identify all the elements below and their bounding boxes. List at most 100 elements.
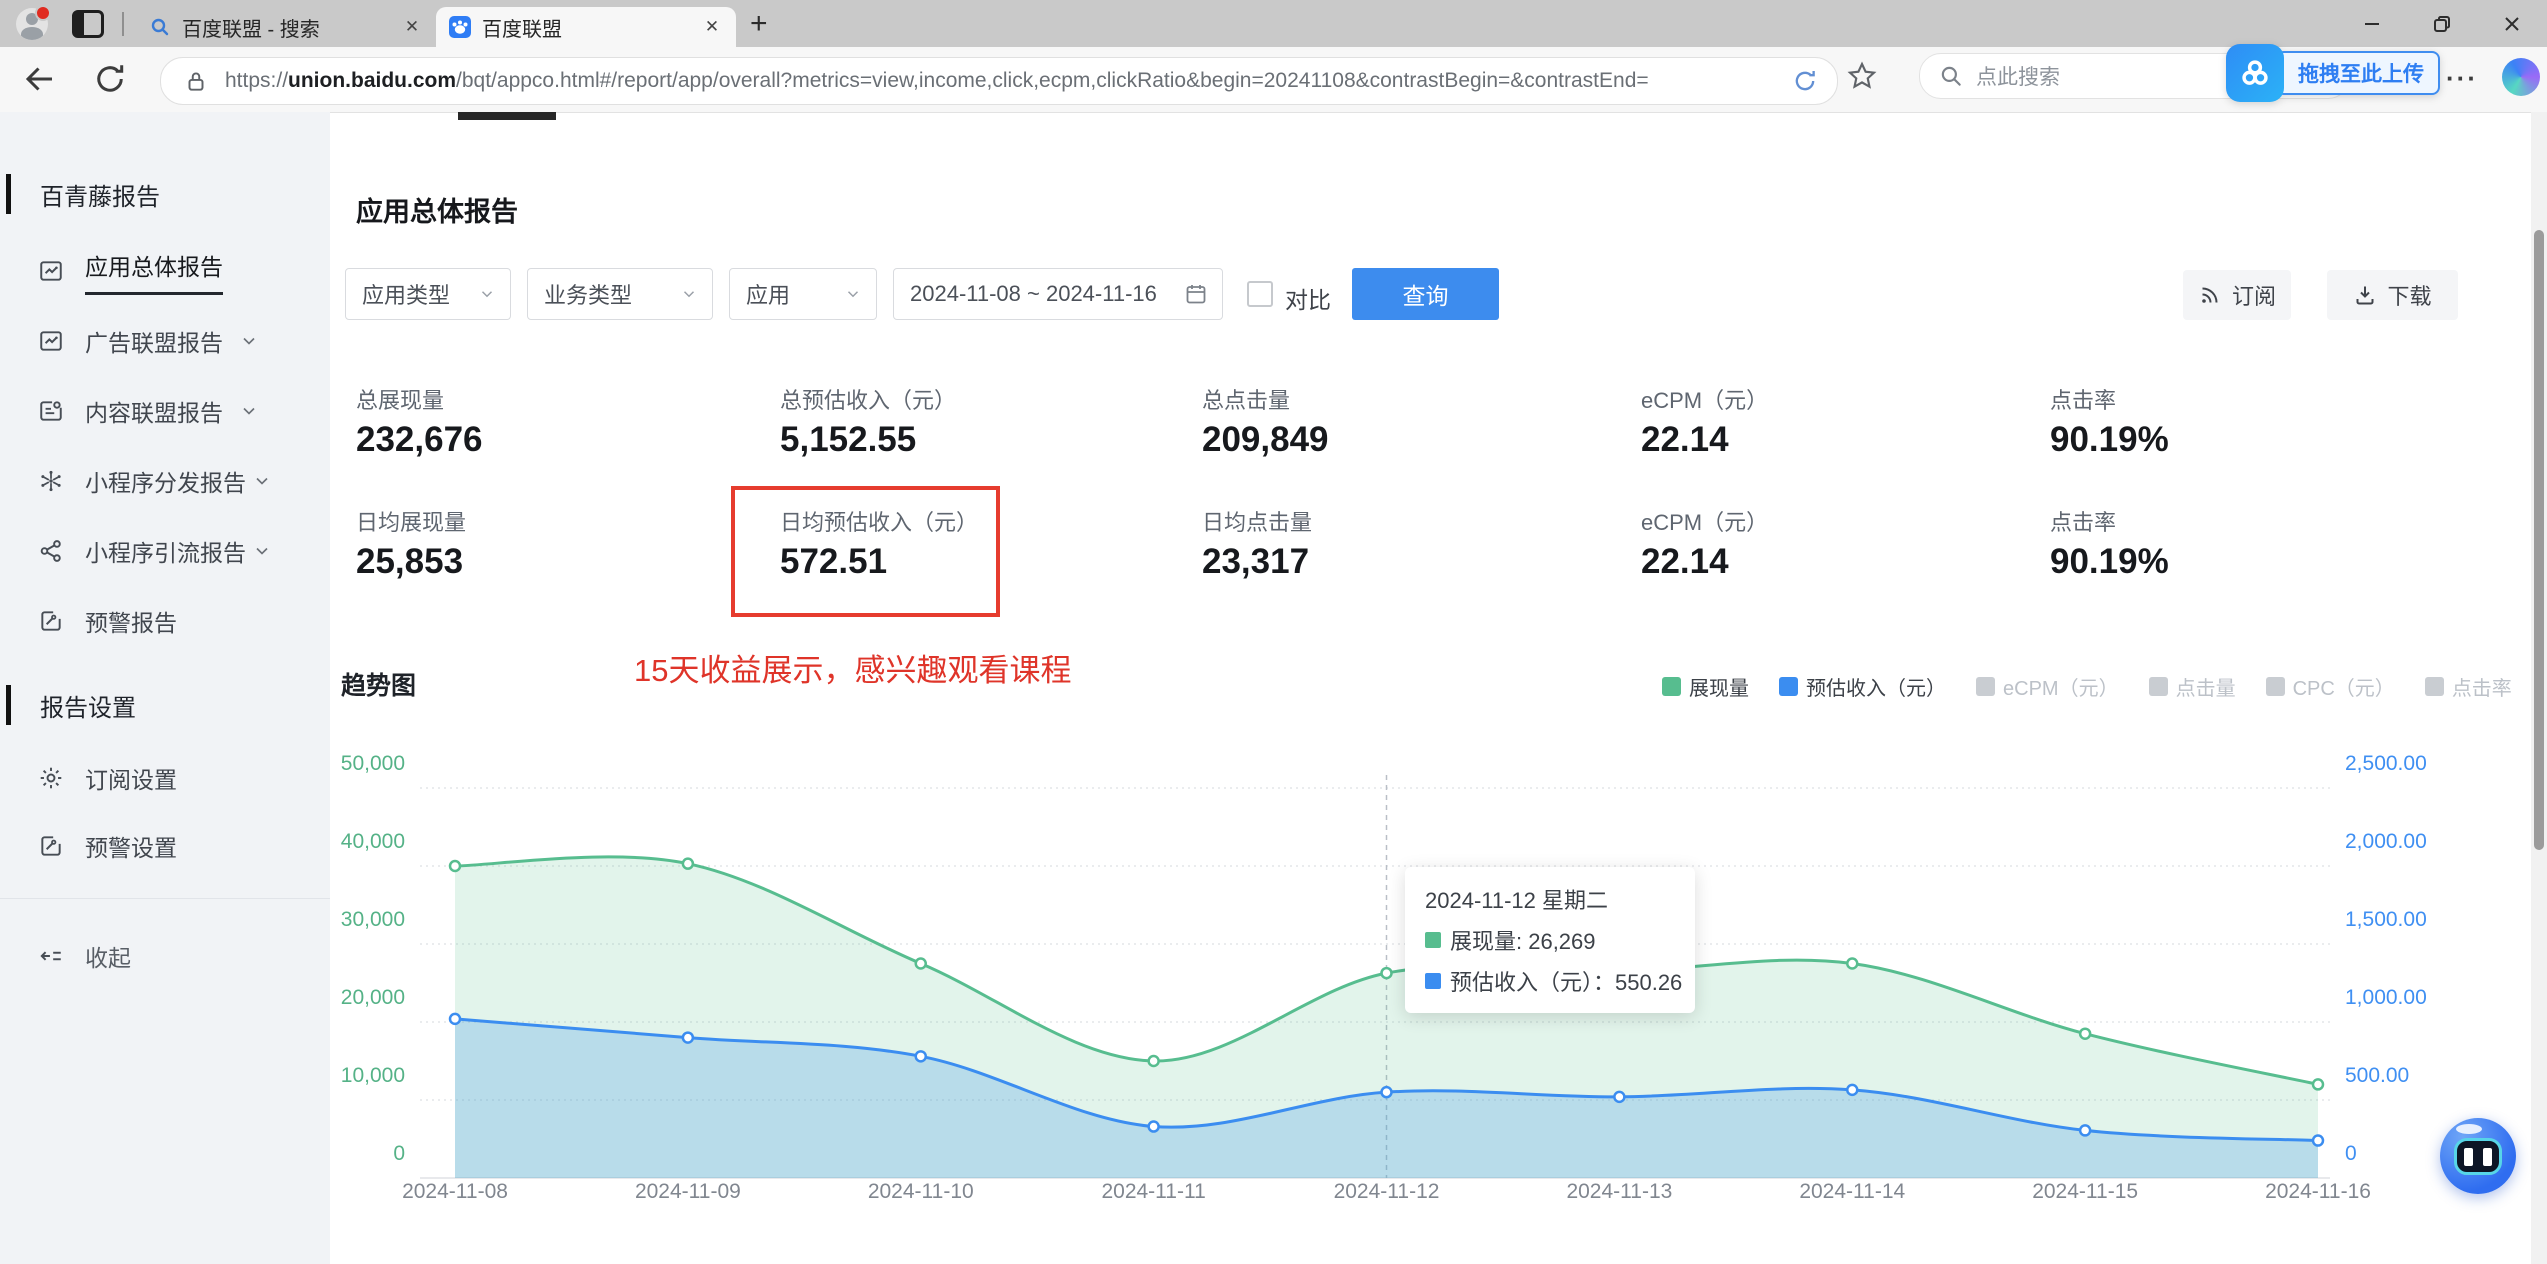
sidebar-item-miniapp-distribution-report[interactable]: 小程序分发报告 (0, 453, 272, 509)
tooltip-swatch-impressions (1425, 932, 1441, 948)
favorites-star-icon[interactable] (1846, 60, 1878, 92)
tab-baidu-union[interactable]: 百度联盟 ✕ (436, 7, 736, 47)
left-axis-tick: 20,000 (340, 986, 405, 1009)
alert-trend-icon (41, 836, 61, 856)
address-bar[interactable]: https://union.baidu.com/bqt/appco.html#/… (160, 57, 1838, 105)
legend-label: 点击量 (2175, 678, 2236, 700)
trend-chart[interactable] (340, 745, 2350, 1220)
copilot-icon[interactable] (2502, 58, 2540, 96)
page-refresh-icon[interactable] (1791, 67, 1819, 95)
chevron-down-icon (243, 337, 255, 345)
left-axis-tick: 30,000 (340, 908, 405, 931)
chart-title: 趋势图 (341, 672, 417, 700)
stat-label: 点击率 (2050, 388, 2117, 413)
baidu-paw-favicon-icon (449, 16, 471, 38)
legend-label: 展现量 (1689, 678, 1749, 700)
window-minimize-button[interactable] (2337, 0, 2407, 47)
lock-icon[interactable] (183, 68, 209, 94)
stat-label: 总展现量 (356, 388, 445, 413)
sidebar-item-content-union-report[interactable]: 内容联盟报告 (0, 383, 259, 439)
legend-swatch (1662, 677, 1681, 696)
legend-label: CPC（元） (2292, 678, 2395, 700)
highlight-red-box (731, 486, 1000, 617)
section-accent-bar (6, 174, 11, 214)
sidebar-collapse-button[interactable]: 收起 (0, 928, 131, 984)
sidebar-divider (0, 898, 330, 899)
download-button[interactable]: 下载 (2327, 270, 2458, 320)
x-axis-label: 2024-11-09 (634, 1180, 741, 1203)
new-tab-button[interactable]: + (750, 7, 768, 41)
left-axis-tick: 40,000 (340, 830, 405, 853)
back-icon[interactable] (22, 61, 58, 97)
app-select[interactable]: 应用 (729, 268, 877, 320)
window-close-button[interactable] (2477, 0, 2547, 47)
sidebar-item-alert-settings[interactable]: 预警设置 (0, 818, 177, 874)
sidebar-item-miniapp-traffic-report[interactable]: 小程序引流报告 (0, 523, 272, 579)
distribution-network-icon (41, 470, 61, 492)
chevron-down-icon (243, 407, 255, 415)
legend-item[interactable]: eCPM（元） (1976, 672, 2119, 701)
refresh-icon[interactable] (92, 61, 128, 97)
chevron-down-icon (683, 291, 695, 298)
tab-search[interactable]: 百度联盟 - 搜索 ✕ (136, 7, 436, 47)
tab-close-icon[interactable]: ✕ (400, 17, 424, 37)
sidebar-item-app-overall-report[interactable]: 应用总体报告 (0, 243, 223, 299)
url-text[interactable]: https://union.baidu.com/bqt/appco.html#/… (225, 69, 1791, 93)
profile-avatar[interactable] (16, 4, 51, 40)
netdisk-logo-icon (2226, 44, 2284, 102)
legend-item[interactable]: 点击量 (2148, 672, 2236, 701)
x-axis-label: 2024-11-12 (1333, 1180, 1440, 1203)
biz-type-select[interactable]: 业务类型 (527, 268, 713, 320)
right-axis-tick: 1,000.00 (2345, 986, 2427, 1009)
notification-dot (35, 4, 51, 21)
stat-value: 25,853 (356, 542, 464, 581)
floating-assistant-button[interactable] (2440, 1118, 2516, 1194)
stat-value: 5,152.55 (780, 420, 917, 459)
netdisk-upload-badge[interactable]: 拖拽至此上传 (2226, 44, 2440, 102)
stat-value: 90.19% (2050, 542, 2169, 581)
x-axis-label: 2024-11-10 (867, 1180, 974, 1203)
chevron-down-icon (256, 547, 268, 555)
x-axis-label: 2024-11-15 (2032, 1180, 2139, 1203)
legend-label: 点击率 (2451, 678, 2512, 700)
tooltip-swatch-income (1425, 973, 1441, 989)
app-type-select[interactable]: 应用类型 (345, 268, 511, 320)
browser-tab-bar: 百度联盟 - 搜索 ✕ 百度联盟 ✕ + (0, 0, 2547, 47)
section-accent-bar (6, 685, 11, 725)
legend-swatch (1976, 677, 1995, 696)
legend-item[interactable]: 展现量 (1662, 672, 1749, 701)
sidebar-item-subscription-settings[interactable]: 订阅设置 (0, 750, 177, 806)
chevron-down-icon (847, 291, 859, 298)
legend-item[interactable]: CPC（元） (2265, 672, 2395, 701)
stat-label: eCPM（元） (1641, 388, 1769, 413)
compare-checkbox[interactable] (1247, 281, 1273, 307)
stat-value: 209,849 (1202, 420, 1329, 459)
window-restore-button[interactable] (2407, 0, 2477, 47)
chart-tooltip: 2024-11-12 星期二 展现量: 26,269 预估收入（元）：550.2… (1405, 867, 1695, 1013)
stat-value: 22.14 (1641, 420, 1729, 459)
date-range-picker[interactable]: 2024-11-08 ~ 2024-11-16 (893, 268, 1223, 320)
browser-menu-icon[interactable]: ··· (2446, 63, 2478, 94)
legend-item[interactable]: 点击率 (2424, 672, 2512, 701)
page-title: 应用总体报告 (356, 197, 518, 227)
stat-label: eCPM（元） (1641, 510, 1769, 535)
subscribe-button[interactable]: 订阅 (2183, 270, 2291, 320)
report-chart-icon (40, 261, 62, 281)
stat-label: 日均展现量 (356, 510, 467, 535)
download-icon (2356, 286, 2374, 305)
legend-item[interactable]: 预估收入（元） (1779, 672, 1946, 701)
content-report-icon (40, 401, 62, 421)
query-button[interactable]: 查询 (1352, 268, 1499, 320)
scrollbar-thumb[interactable] (2534, 230, 2544, 850)
netdisk-badge-label: 拖拽至此上传 (2298, 63, 2424, 86)
left-axis-tick: 10,000 (340, 1064, 405, 1087)
sidebar-section-settings: 报告设置 (6, 685, 136, 725)
tab-close-icon[interactable]: ✕ (700, 17, 724, 37)
tab-workspaces-icon[interactable] (72, 9, 104, 38)
compare-label: 对比 (1285, 287, 1331, 313)
sidebar-item-alert-report[interactable]: 预警报告 (0, 593, 177, 649)
x-axis-label: 2024-11-13 (1566, 1180, 1673, 1203)
sidebar-item-ad-union-report[interactable]: 广告联盟报告 (0, 313, 259, 369)
x-axis-label: 2024-11-08 (402, 1180, 508, 1203)
stat-value: 90.19% (2050, 420, 2169, 459)
